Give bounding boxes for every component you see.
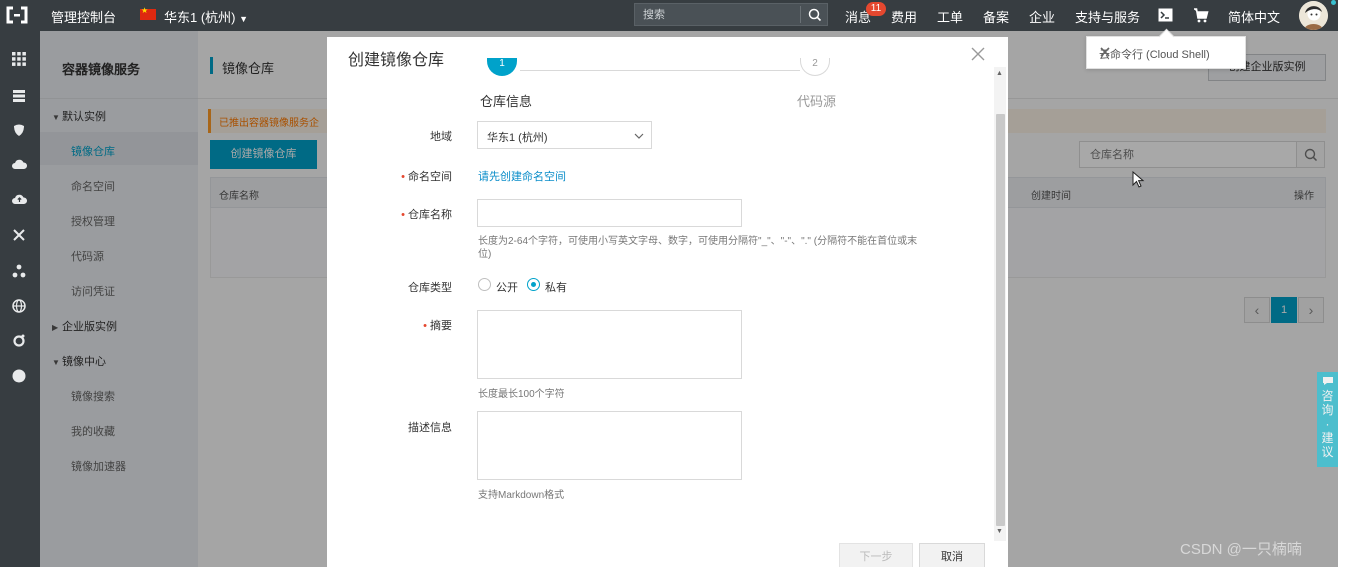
circle-icon[interactable] bbox=[11, 369, 27, 385]
radio-private-label[interactable]: 私有 bbox=[545, 279, 567, 295]
search-icon[interactable] bbox=[805, 6, 825, 24]
step-1-indicator: 1 bbox=[487, 58, 517, 76]
summary-hint: 长度最长100个字符 bbox=[478, 389, 565, 400]
network-nodes-icon[interactable] bbox=[11, 264, 27, 280]
aliyun-logo-icon[interactable] bbox=[4, 4, 30, 26]
cross-arrows-icon[interactable] bbox=[11, 228, 27, 244]
tickets-link[interactable]: 工单 bbox=[937, 7, 963, 26]
feedback-tab[interactable]: 咨询·建议 bbox=[1317, 372, 1338, 467]
step-1-label: 仓库信息 bbox=[480, 94, 533, 109]
description-label: 描述信息 bbox=[408, 422, 452, 434]
support-link[interactable]: 支持与服务 bbox=[1075, 7, 1140, 26]
globe-icon[interactable] bbox=[11, 299, 27, 315]
server-icon[interactable] bbox=[11, 89, 27, 105]
summary-textarea[interactable] bbox=[477, 310, 742, 379]
language-selector[interactable]: 简体中文 bbox=[1228, 7, 1280, 26]
messages-badge: 11 bbox=[866, 2, 886, 16]
chat-bubble-icon bbox=[1322, 377, 1333, 385]
step-2-label: 代码源 bbox=[797, 94, 837, 109]
global-search bbox=[634, 3, 828, 26]
cart-icon[interactable] bbox=[1193, 8, 1209, 26]
radio-private[interactable] bbox=[527, 278, 540, 291]
notification-dot bbox=[1331, 0, 1336, 5]
scrollbar-thumb[interactable] bbox=[996, 114, 1005, 526]
create-namespace-link[interactable]: 请先创建命名空间 bbox=[478, 168, 566, 184]
cloud-shell-icon[interactable] bbox=[1158, 8, 1173, 25]
grid-menu-icon[interactable] bbox=[11, 52, 27, 68]
close-icon[interactable] bbox=[970, 46, 986, 62]
console-link[interactable]: 管理控制台 bbox=[51, 7, 116, 26]
radio-public[interactable] bbox=[478, 278, 491, 291]
repo-name-label: • 仓库名称 bbox=[401, 209, 452, 221]
next-step-button[interactable]: 下一步 bbox=[839, 543, 913, 567]
shield-icon[interactable] bbox=[11, 123, 27, 139]
global-search-input[interactable] bbox=[643, 7, 793, 23]
product-rail bbox=[0, 31, 40, 567]
cloud-shell-tooltip: 云命令行 (Cloud Shell) bbox=[1086, 36, 1246, 69]
enterprise-link[interactable]: 企业 bbox=[1029, 7, 1055, 26]
icp-link[interactable]: 备案 bbox=[983, 7, 1009, 26]
region-select[interactable]: 华东1 (杭州) bbox=[477, 121, 652, 149]
description-textarea[interactable] bbox=[477, 411, 742, 480]
cloud-upload-icon[interactable] bbox=[11, 193, 27, 209]
summary-label: • 摘要 bbox=[423, 320, 452, 332]
cancel-button[interactable]: 取消 bbox=[919, 543, 985, 567]
top-bar: 管理控制台 华东1 (杭州) ▼ 消息 11 费用 工单 备案 企业 支持与服务… bbox=[0, 0, 1338, 31]
close-icon[interactable] bbox=[1099, 46, 1111, 58]
caret-down-icon: ▼ bbox=[239, 14, 249, 24]
stepper-line bbox=[520, 70, 800, 71]
step-2-indicator: 2 bbox=[800, 58, 830, 76]
dialog-title: 创建镜像仓库 bbox=[348, 52, 445, 69]
gear-cloud-icon[interactable] bbox=[11, 333, 27, 349]
scroll-up-icon[interactable]: ▲ bbox=[996, 70, 1003, 77]
mouse-cursor-icon bbox=[1132, 171, 1145, 188]
radio-public-label[interactable]: 公开 bbox=[496, 279, 518, 295]
avatar[interactable] bbox=[1299, 1, 1328, 30]
watermark: CSDN @一只楠喃 bbox=[1180, 541, 1302, 558]
namespace-label: • 命名空间 bbox=[401, 171, 452, 183]
region-selector[interactable]: 华东1 (杭州) ▼ bbox=[164, 7, 248, 26]
cloud-icon[interactable] bbox=[11, 158, 27, 174]
billing-link[interactable]: 费用 bbox=[891, 7, 917, 26]
region-label: 地域 bbox=[430, 131, 452, 143]
repo-type-label: 仓库类型 bbox=[408, 282, 452, 294]
scroll-down-icon[interactable]: ▼ bbox=[996, 528, 1003, 535]
description-hint: 支持Markdown格式 bbox=[478, 490, 565, 501]
repo-name-hint: 长度为2-64个字符，可使用小写英文字母、数字，可使用分隔符"_"、"-"、".… bbox=[478, 236, 918, 260]
repo-name-input[interactable] bbox=[477, 199, 742, 227]
create-repository-dialog: 创建镜像仓库 1 2 仓库信息 代码源 地域 华东1 (杭州) • 命名空间 请先… bbox=[327, 37, 1008, 567]
chevron-down-icon bbox=[634, 131, 644, 139]
china-flag-icon bbox=[140, 6, 156, 20]
